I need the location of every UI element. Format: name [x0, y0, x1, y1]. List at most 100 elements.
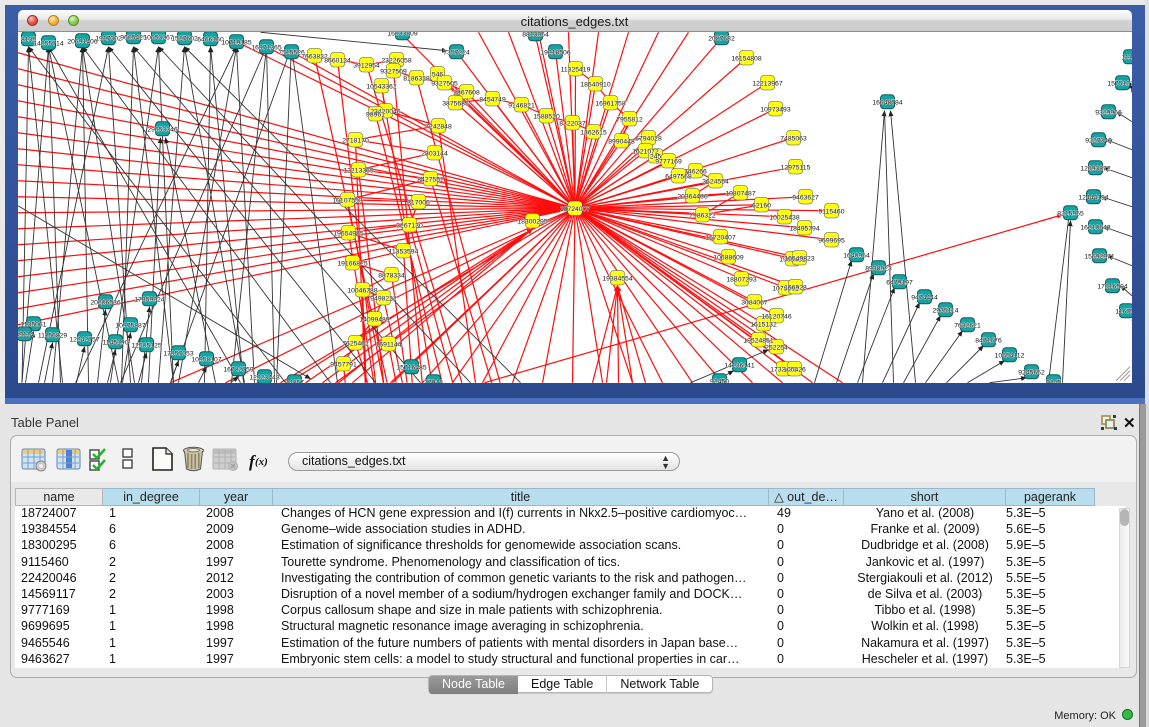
- svg-text:18724007: 18724007: [559, 205, 589, 212]
- svg-text:8990448: 8990448: [608, 138, 635, 145]
- svg-text:94857: 94857: [285, 379, 304, 383]
- svg-text:16648784: 16648784: [872, 99, 902, 106]
- svg-text:19654985: 19654985: [333, 230, 363, 237]
- svg-text:9699695: 9699695: [818, 237, 845, 244]
- svg-text:8660124: 8660124: [324, 57, 351, 64]
- svg-text:14099489: 14099489: [359, 316, 389, 323]
- svg-text:2087682: 2087682: [708, 35, 735, 42]
- svg-text:12213369: 12213369: [343, 167, 373, 174]
- svg-text:15720407: 15720407: [705, 234, 735, 241]
- svg-text:9245: 9245: [1045, 379, 1060, 383]
- svg-text:62160: 62160: [752, 202, 771, 209]
- svg-text:8427552: 8427552: [417, 176, 444, 183]
- svg-text:9245652: 9245652: [1018, 369, 1045, 376]
- svg-text:19166825: 19166825: [337, 260, 367, 267]
- svg-text:10107553: 10107553: [332, 197, 362, 204]
- svg-text:8454749: 8454749: [479, 96, 506, 103]
- svg-text:9327505: 9327505: [431, 80, 458, 87]
- svg-text:16971365: 16971365: [251, 44, 281, 51]
- svg-text:19218506: 19218506: [540, 49, 570, 56]
- svg-text:10025438: 10025438: [769, 214, 799, 221]
- svg-text:3267130: 3267130: [396, 222, 423, 229]
- svg-text:12093872: 12093872: [1080, 165, 1110, 172]
- svg-text:1691144: 1691144: [375, 341, 401, 348]
- svg-text:16549823: 16549823: [784, 255, 814, 262]
- svg-text:10654112: 10654112: [994, 352, 1024, 359]
- svg-text:100426: 100426: [783, 366, 806, 373]
- svg-text:6466160: 6466160: [197, 36, 224, 43]
- svg-text:8813054: 8813054: [522, 32, 549, 38]
- svg-text:10719185: 10719185: [221, 39, 251, 46]
- svg-text:8322037: 8322037: [559, 120, 586, 127]
- svg-text:9474444: 9474444: [911, 294, 938, 301]
- svg-text:18300295: 18300295: [517, 218, 547, 225]
- svg-text:9329966: 9329966: [1095, 109, 1122, 116]
- svg-text:10543362: 10543362: [366, 83, 396, 90]
- svg-text:12242757: 12242757: [69, 336, 99, 343]
- svg-text:9498222: 9498222: [370, 295, 397, 302]
- svg-text:16961758: 16961758: [595, 100, 625, 107]
- svg-text:10975887: 10975887: [115, 322, 145, 329]
- svg-text:2867608: 2867608: [453, 89, 480, 96]
- svg-text:252254: 252254: [765, 344, 788, 351]
- svg-text:17957253: 17957253: [163, 350, 193, 357]
- svg-text:1362615: 1362615: [580, 129, 607, 136]
- svg-text:12213967: 12213967: [752, 80, 782, 87]
- svg-text:10046788: 10046788: [347, 287, 377, 294]
- svg-text:29053346: 29053346: [147, 126, 177, 133]
- svg-text:19524851: 19524851: [743, 337, 773, 344]
- svg-text:6479197: 6479197: [886, 279, 913, 286]
- svg-text:10973493: 10973493: [760, 106, 790, 113]
- svg-text:166928: 166928: [784, 284, 807, 291]
- svg-text:98961: 98961: [366, 111, 385, 118]
- svg-text:7357224: 7357224: [443, 49, 470, 56]
- svg-text:7625402: 7625402: [342, 340, 369, 347]
- svg-text:3084067: 3084067: [741, 299, 768, 306]
- svg-text:1135061: 1135061: [20, 321, 46, 328]
- svg-text:11121: 11121: [1121, 54, 1131, 61]
- svg-text:7986322: 7986322: [689, 212, 716, 219]
- svg-text:116753: 116753: [1115, 308, 1132, 315]
- svg-text:2803144: 2803144: [421, 150, 448, 157]
- svg-text:7242848: 7242848: [425, 123, 452, 130]
- svg-text:3875685: 3875685: [442, 100, 469, 107]
- svg-text:16782759: 16782759: [223, 366, 253, 373]
- svg-text:11156829: 11156829: [37, 332, 66, 339]
- svg-text:1640954: 1640954: [843, 252, 870, 259]
- svg-text:20206536: 20206536: [90, 299, 120, 306]
- svg-text:18640910: 18640910: [580, 81, 610, 88]
- svg-text:92450: 92450: [710, 378, 729, 383]
- svg-text:8878334: 8878334: [378, 272, 405, 279]
- svg-text:10958107: 10958107: [191, 356, 221, 363]
- svg-text:16154808: 16154808: [731, 55, 761, 62]
- svg-text:(x): (x): [255, 456, 268, 468]
- svg-text:10688609: 10688609: [713, 254, 743, 261]
- svg-text:8471676: 8471676: [975, 337, 1002, 344]
- svg-text:17016504: 17016504: [1097, 283, 1127, 290]
- svg-text:18807293: 18807293: [726, 276, 756, 283]
- svg-text:16033809: 16033809: [387, 32, 417, 37]
- svg-text:77912: 77912: [424, 379, 443, 383]
- svg-text:2718170: 2718170: [342, 137, 369, 144]
- svg-text:12923448: 12923448: [249, 374, 279, 381]
- svg-text:317006: 317006: [407, 199, 430, 206]
- svg-text:23226058: 23226058: [381, 57, 411, 64]
- svg-text:16210643: 16210643: [1080, 224, 1110, 231]
- svg-text:12505125: 12505125: [131, 342, 161, 349]
- svg-text:19384554: 19384554: [602, 275, 632, 282]
- svg-text:20364436: 20364436: [677, 193, 707, 200]
- svg-text:10807487: 10807487: [725, 190, 755, 197]
- svg-text:12444154: 12444154: [1078, 194, 1108, 201]
- svg-text:7955812: 7955812: [616, 116, 643, 123]
- svg-text:8186328: 8186328: [403, 75, 430, 82]
- svg-text:6794028: 6794028: [635, 135, 662, 142]
- svg-text:9777169: 9777169: [655, 158, 682, 165]
- svg-text:6497568: 6497568: [665, 173, 692, 180]
- svg-text:2935114: 2935114: [932, 307, 958, 314]
- svg-text:546: 546: [431, 71, 443, 78]
- svg-text:15751074: 15751074: [1107, 80, 1132, 87]
- svg-text:16120746: 16120746: [761, 313, 791, 320]
- svg-text:8938923: 8938923: [865, 265, 892, 272]
- svg-text:1588520: 1588520: [533, 113, 560, 120]
- svg-text:15716485: 15716485: [396, 364, 426, 371]
